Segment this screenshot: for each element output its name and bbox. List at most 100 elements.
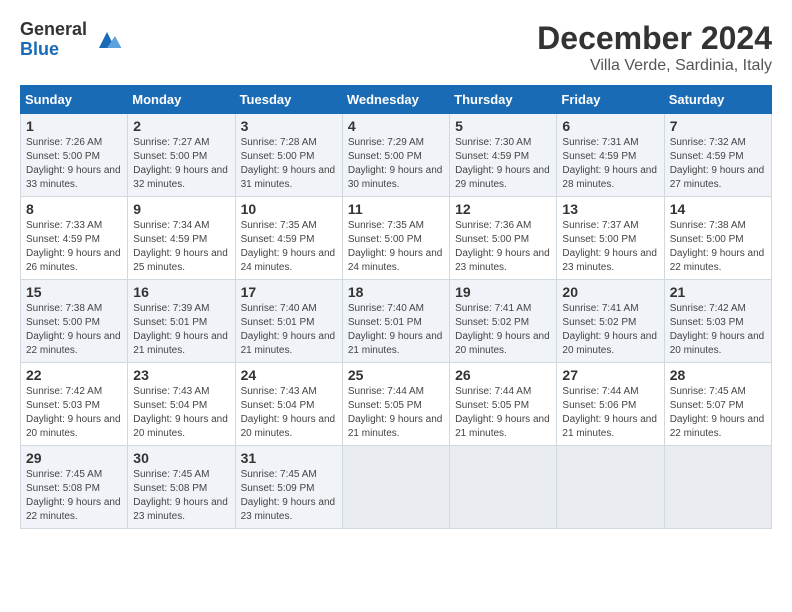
calendar-cell: 6 Sunrise: 7:31 AM Sunset: 4:59 PM Dayli… xyxy=(557,114,664,197)
day-number: 26 xyxy=(455,367,551,383)
sunset-label: Sunset: 5:07 PM xyxy=(670,400,744,411)
sunset-label: Sunset: 5:00 PM xyxy=(670,234,744,245)
day-number: 28 xyxy=(670,367,766,383)
sunrise-label: Sunrise: 7:40 AM xyxy=(348,303,424,314)
day-info: Sunrise: 7:28 AM Sunset: 5:00 PM Dayligh… xyxy=(241,136,337,192)
day-number: 7 xyxy=(670,118,766,134)
month-title: December 2024 xyxy=(537,20,772,57)
daylight-label: Daylight: 9 hours and 20 minutes. xyxy=(26,414,121,439)
daylight-label: Daylight: 9 hours and 20 minutes. xyxy=(562,331,657,356)
calendar-header-thursday: Thursday xyxy=(450,86,557,114)
day-number: 31 xyxy=(241,450,337,466)
day-info: Sunrise: 7:43 AM Sunset: 5:04 PM Dayligh… xyxy=(241,385,337,441)
logo: General Blue xyxy=(20,20,123,60)
sunset-label: Sunset: 5:01 PM xyxy=(241,317,315,328)
day-info: Sunrise: 7:41 AM Sunset: 5:02 PM Dayligh… xyxy=(455,302,551,358)
day-number: 22 xyxy=(26,367,122,383)
sunset-label: Sunset: 5:00 PM xyxy=(348,234,422,245)
sunrise-label: Sunrise: 7:41 AM xyxy=(562,303,638,314)
sunset-label: Sunset: 5:05 PM xyxy=(348,400,422,411)
sunset-label: Sunset: 4:59 PM xyxy=(26,234,100,245)
calendar-cell: 3 Sunrise: 7:28 AM Sunset: 5:00 PM Dayli… xyxy=(235,114,342,197)
calendar-cell: 21 Sunrise: 7:42 AM Sunset: 5:03 PM Dayl… xyxy=(664,280,771,363)
sunset-label: Sunset: 5:08 PM xyxy=(133,483,207,494)
day-number: 17 xyxy=(241,284,337,300)
calendar-header-tuesday: Tuesday xyxy=(235,86,342,114)
day-number: 5 xyxy=(455,118,551,134)
location-title: Villa Verde, Sardinia, Italy xyxy=(537,57,772,75)
logo-icon xyxy=(91,24,123,56)
sunrise-label: Sunrise: 7:45 AM xyxy=(670,386,746,397)
sunrise-label: Sunrise: 7:29 AM xyxy=(348,137,424,148)
sunset-label: Sunset: 5:02 PM xyxy=(562,317,636,328)
calendar-cell: 16 Sunrise: 7:39 AM Sunset: 5:01 PM Dayl… xyxy=(128,280,235,363)
sunset-label: Sunset: 5:00 PM xyxy=(26,151,100,162)
sunrise-label: Sunrise: 7:45 AM xyxy=(133,469,209,480)
day-info: Sunrise: 7:42 AM Sunset: 5:03 PM Dayligh… xyxy=(26,385,122,441)
day-info: Sunrise: 7:45 AM Sunset: 5:08 PM Dayligh… xyxy=(26,468,122,524)
daylight-label: Daylight: 9 hours and 24 minutes. xyxy=(241,248,336,273)
sunrise-label: Sunrise: 7:43 AM xyxy=(133,386,209,397)
sunrise-label: Sunrise: 7:41 AM xyxy=(455,303,531,314)
daylight-label: Daylight: 9 hours and 21 minutes. xyxy=(133,331,228,356)
calendar-header-sunday: Sunday xyxy=(21,86,128,114)
sunrise-label: Sunrise: 7:42 AM xyxy=(670,303,746,314)
day-number: 23 xyxy=(133,367,229,383)
calendar-cell: 18 Sunrise: 7:40 AM Sunset: 5:01 PM Dayl… xyxy=(342,280,449,363)
calendar-cell xyxy=(450,446,557,529)
sunrise-label: Sunrise: 7:43 AM xyxy=(241,386,317,397)
calendar-cell xyxy=(557,446,664,529)
calendar-header-row: SundayMondayTuesdayWednesdayThursdayFrid… xyxy=(21,86,772,114)
day-info: Sunrise: 7:34 AM Sunset: 4:59 PM Dayligh… xyxy=(133,219,229,275)
daylight-label: Daylight: 9 hours and 32 minutes. xyxy=(133,165,228,190)
calendar-cell: 10 Sunrise: 7:35 AM Sunset: 4:59 PM Dayl… xyxy=(235,197,342,280)
day-info: Sunrise: 7:38 AM Sunset: 5:00 PM Dayligh… xyxy=(670,219,766,275)
sunset-label: Sunset: 5:04 PM xyxy=(133,400,207,411)
calendar-cell xyxy=(664,446,771,529)
sunrise-label: Sunrise: 7:44 AM xyxy=(348,386,424,397)
sunrise-label: Sunrise: 7:36 AM xyxy=(455,220,531,231)
calendar-cell: 1 Sunrise: 7:26 AM Sunset: 5:00 PM Dayli… xyxy=(21,114,128,197)
day-number: 10 xyxy=(241,201,337,217)
day-number: 1 xyxy=(26,118,122,134)
day-info: Sunrise: 7:29 AM Sunset: 5:00 PM Dayligh… xyxy=(348,136,444,192)
calendar-cell: 2 Sunrise: 7:27 AM Sunset: 5:00 PM Dayli… xyxy=(128,114,235,197)
calendar-cell: 28 Sunrise: 7:45 AM Sunset: 5:07 PM Dayl… xyxy=(664,363,771,446)
calendar-cell: 8 Sunrise: 7:33 AM Sunset: 4:59 PM Dayli… xyxy=(21,197,128,280)
title-block: December 2024 Villa Verde, Sardinia, Ita… xyxy=(537,20,772,75)
day-info: Sunrise: 7:45 AM Sunset: 5:08 PM Dayligh… xyxy=(133,468,229,524)
day-info: Sunrise: 7:36 AM Sunset: 5:00 PM Dayligh… xyxy=(455,219,551,275)
daylight-label: Daylight: 9 hours and 21 minutes. xyxy=(348,414,443,439)
day-number: 20 xyxy=(562,284,658,300)
sunset-label: Sunset: 5:03 PM xyxy=(26,400,100,411)
sunrise-label: Sunrise: 7:28 AM xyxy=(241,137,317,148)
day-info: Sunrise: 7:40 AM Sunset: 5:01 PM Dayligh… xyxy=(241,302,337,358)
day-info: Sunrise: 7:38 AM Sunset: 5:00 PM Dayligh… xyxy=(26,302,122,358)
calendar-cell: 23 Sunrise: 7:43 AM Sunset: 5:04 PM Dayl… xyxy=(128,363,235,446)
day-info: Sunrise: 7:41 AM Sunset: 5:02 PM Dayligh… xyxy=(562,302,658,358)
day-info: Sunrise: 7:26 AM Sunset: 5:00 PM Dayligh… xyxy=(26,136,122,192)
calendar-cell: 27 Sunrise: 7:44 AM Sunset: 5:06 PM Dayl… xyxy=(557,363,664,446)
sunset-label: Sunset: 5:02 PM xyxy=(455,317,529,328)
daylight-label: Daylight: 9 hours and 20 minutes. xyxy=(133,414,228,439)
calendar-cell: 22 Sunrise: 7:42 AM Sunset: 5:03 PM Dayl… xyxy=(21,363,128,446)
day-info: Sunrise: 7:27 AM Sunset: 5:00 PM Dayligh… xyxy=(133,136,229,192)
calendar-header-wednesday: Wednesday xyxy=(342,86,449,114)
day-number: 11 xyxy=(348,201,444,217)
calendar-cell: 4 Sunrise: 7:29 AM Sunset: 5:00 PM Dayli… xyxy=(342,114,449,197)
calendar-cell: 20 Sunrise: 7:41 AM Sunset: 5:02 PM Dayl… xyxy=(557,280,664,363)
sunset-label: Sunset: 5:04 PM xyxy=(241,400,315,411)
calendar-cell: 5 Sunrise: 7:30 AM Sunset: 4:59 PM Dayli… xyxy=(450,114,557,197)
day-number: 21 xyxy=(670,284,766,300)
sunset-label: Sunset: 4:59 PM xyxy=(455,151,529,162)
daylight-label: Daylight: 9 hours and 23 minutes. xyxy=(562,248,657,273)
sunset-label: Sunset: 5:05 PM xyxy=(455,400,529,411)
logo-general: General xyxy=(20,20,87,40)
calendar-table: SundayMondayTuesdayWednesdayThursdayFrid… xyxy=(20,85,772,529)
calendar-cell: 9 Sunrise: 7:34 AM Sunset: 4:59 PM Dayli… xyxy=(128,197,235,280)
day-number: 27 xyxy=(562,367,658,383)
daylight-label: Daylight: 9 hours and 20 minutes. xyxy=(455,331,550,356)
calendar-week-4: 22 Sunrise: 7:42 AM Sunset: 5:03 PM Dayl… xyxy=(21,363,772,446)
day-info: Sunrise: 7:35 AM Sunset: 4:59 PM Dayligh… xyxy=(241,219,337,275)
sunset-label: Sunset: 5:03 PM xyxy=(670,317,744,328)
